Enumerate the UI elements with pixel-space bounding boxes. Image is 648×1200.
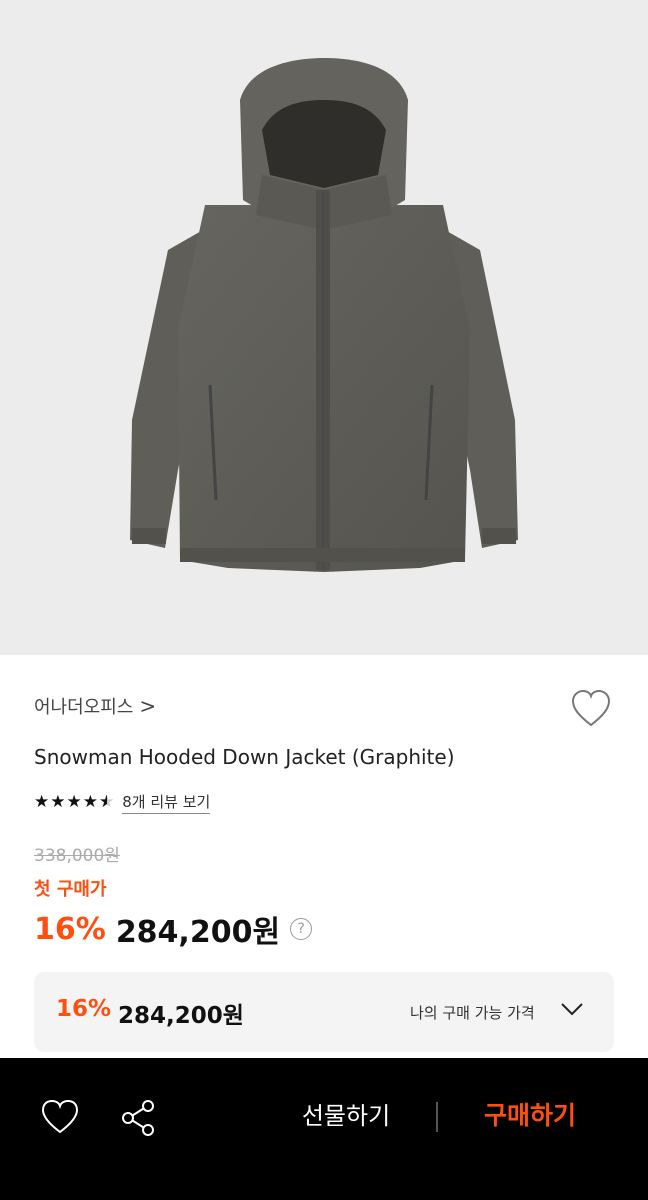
heart-icon bbox=[41, 1099, 79, 1134]
heart-icon bbox=[571, 689, 611, 727]
rating-row: ★ ★ ★ ★ ★ 8개 리뷰 보기 bbox=[34, 791, 211, 814]
star-icon: ★ bbox=[50, 792, 66, 812]
product-title: Snowman Hooded Down Jacket (Graphite) bbox=[34, 745, 455, 769]
brand-link[interactable]: 어나더오피스 > bbox=[34, 693, 156, 719]
my-price-discount: 16% bbox=[56, 996, 112, 1022]
product-image[interactable] bbox=[0, 0, 648, 655]
jacket-illustration bbox=[130, 58, 518, 572]
share-icon bbox=[122, 1100, 154, 1136]
my-price-value: 284,200원 bbox=[118, 1003, 244, 1029]
sale-price: 284,200원 bbox=[115, 915, 281, 950]
price-row: 16% 284,200원 ? bbox=[34, 907, 313, 951]
buy-button[interactable]: 구매하기 bbox=[450, 1096, 610, 1132]
original-price: 338,000원 bbox=[34, 846, 120, 866]
star-rating: ★ ★ ★ ★ ★ bbox=[34, 792, 114, 812]
brand-name[interactable]: 어나더오피스 bbox=[34, 693, 133, 719]
my-price-label: 나의 구매 가능 가격 bbox=[410, 1004, 535, 1022]
help-icon[interactable]: ? bbox=[290, 918, 313, 940]
star-icon: ★ bbox=[82, 792, 98, 812]
first-purchase-label: 첫 구매가 bbox=[34, 879, 107, 900]
bottom-action-bar: 선물하기 구매하기 bbox=[0, 1058, 648, 1200]
chevron-right-icon: > bbox=[139, 694, 157, 718]
star-half-icon: ★ bbox=[99, 794, 114, 812]
chevron-down-icon bbox=[561, 1003, 583, 1016]
wishlist-button[interactable] bbox=[570, 689, 612, 729]
star-icon: ★ bbox=[66, 792, 82, 812]
star-icon: ★ bbox=[34, 792, 50, 812]
my-price-panel[interactable]: 16% 284,200원 나의 구매 가능 가격 bbox=[34, 972, 614, 1052]
share-button[interactable] bbox=[118, 1098, 158, 1138]
discount-rate: 16% bbox=[34, 911, 106, 947]
divider bbox=[436, 1102, 438, 1132]
bottom-wishlist-button[interactable] bbox=[40, 1098, 80, 1138]
gift-button[interactable]: 선물하기 bbox=[266, 1096, 426, 1131]
review-link[interactable]: 8개 리뷰 보기 bbox=[122, 791, 211, 814]
